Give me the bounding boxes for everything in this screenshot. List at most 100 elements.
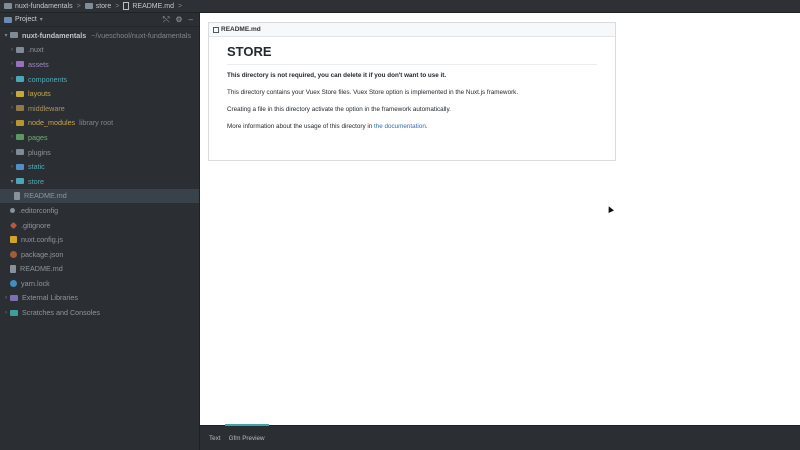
folder-icon (16, 149, 24, 156)
chevron-right-icon: > (115, 2, 120, 10)
tree-label: assets (28, 59, 49, 69)
documentation-link[interactable]: the documentation (374, 123, 426, 130)
chevron-down-icon[interactable]: ▾ (8, 178, 16, 185)
tree-item-layouts[interactable]: › layouts (0, 86, 199, 101)
tree-label: Scratches and Consoles (22, 308, 100, 318)
folder-icon (16, 178, 24, 185)
settings-icon[interactable]: ⚙ (175, 15, 182, 25)
paragraph-period: . (425, 123, 428, 130)
js-file-icon (10, 236, 17, 244)
folder-icon (16, 119, 24, 126)
folder-icon (4, 3, 12, 9)
tree-item-yarn-lock[interactable]: yarn.lock (0, 276, 199, 291)
tree-label: layouts (28, 89, 51, 99)
chevron-right-icon[interactable]: › (8, 47, 16, 53)
chevron-right-icon[interactable]: › (8, 91, 16, 97)
tree-item-pages[interactable]: › pages (0, 130, 199, 145)
tree-item-plugins[interactable]: › plugins (0, 145, 199, 160)
markdown-preview-area: README.md STORE This directory is not re… (200, 13, 800, 425)
tree-item-readme[interactable]: README.md (0, 262, 199, 277)
markdown-paragraph-2: Creating a file in this directory activa… (227, 106, 451, 113)
chevron-right-icon[interactable]: › (8, 61, 16, 67)
markdown-file-icon (10, 264, 16, 273)
readme-panel-header: README.md (209, 23, 615, 37)
tree-item-components[interactable]: › components (0, 72, 199, 87)
tab-gfm-preview[interactable]: Gfm Preview (224, 423, 269, 444)
project-title: Project (15, 16, 37, 23)
chevron-right-icon[interactable]: › (8, 149, 16, 155)
tree-item-middleware[interactable]: › middleware (0, 101, 199, 116)
tree-item-nuxt-config[interactable]: nuxt.config.js (0, 232, 199, 247)
folder-icon (16, 90, 24, 97)
tree-label: store (28, 176, 44, 186)
readme-filename: README.md (221, 26, 261, 33)
chevron-right-icon: > (76, 2, 81, 10)
tree-label: nuxt-fundamentals (22, 30, 87, 40)
tree-item-root[interactable]: ▾ nuxt-fundamentals ~/vueschool/nuxt-fun… (0, 28, 199, 43)
tree-label: components (28, 74, 68, 84)
tree-item-store[interactable]: ▾ store (0, 174, 199, 189)
tree-item-store-readme[interactable]: README.md (0, 188, 199, 204)
folder-icon (16, 134, 24, 141)
tree-item-static[interactable]: › static (0, 159, 199, 174)
chevron-right-icon[interactable]: › (8, 134, 16, 140)
tree-item-package-json[interactable]: package.json (0, 247, 199, 262)
breadcrumb-label: nuxt-fundamentals (15, 2, 73, 10)
tree-label: plugins (28, 147, 51, 157)
breadcrumb-item-store[interactable]: store > (84, 2, 124, 10)
tree-item-assets[interactable]: › assets (0, 57, 199, 72)
project-header[interactable]: Project ▾ ⤲ ⚙ – (0, 13, 199, 27)
chevron-right-icon[interactable]: › (8, 76, 16, 82)
chevron-right-icon[interactable]: › (8, 120, 16, 126)
tree-item-node-modules[interactable]: › node_modules library root (0, 116, 199, 131)
breadcrumb-item-project[interactable]: nuxt-fundamentals > (4, 3, 85, 10)
tree-label: README.md (20, 264, 63, 274)
chevron-right-icon[interactable]: › (2, 295, 10, 301)
npm-file-icon (10, 250, 17, 258)
markdown-content: STORE This directory is not required, yo… (209, 37, 615, 131)
chevron-right-icon: > (177, 2, 183, 10)
tree-library-root: library root (79, 118, 114, 128)
chevron-right-icon[interactable]: › (8, 105, 16, 111)
tree-label: static (28, 162, 45, 172)
tree-item-editorconfig[interactable]: .editorconfig (0, 203, 199, 218)
paragraph-text: More information about the usage of this… (227, 123, 373, 130)
tree-item-nuxt[interactable]: › .nuxt (0, 43, 199, 58)
book-icon (213, 26, 219, 33)
collapse-all-icon[interactable]: ⤲ (163, 15, 169, 25)
chevron-down-icon[interactable]: ▾ (2, 32, 10, 39)
breadcrumb-label: README.md (132, 2, 174, 10)
library-icon (10, 294, 18, 301)
folder-icon (16, 76, 24, 83)
markdown-file-icon (123, 2, 130, 10)
tree-label: README.md (24, 191, 67, 201)
tree-label: .nuxt (28, 45, 44, 55)
chevron-right-icon[interactable]: › (2, 310, 10, 316)
breadcrumb-item-readme[interactable]: README.md > (123, 2, 186, 10)
editor-mode-tabs: Text Gfm Preview (200, 423, 800, 450)
yarn-file-icon (10, 279, 17, 287)
tree-label: package.json (21, 249, 64, 259)
chevron-down-icon[interactable]: ▾ (40, 16, 43, 23)
markdown-paragraph-1: This directory contains your Vuex Store … (227, 89, 519, 96)
tree-label: yarn.lock (21, 278, 50, 288)
tab-text[interactable]: Text (209, 433, 221, 444)
project-icon (4, 16, 12, 23)
folder-icon (16, 105, 24, 112)
tree-label: pages (28, 132, 48, 142)
hide-icon[interactable]: – (189, 15, 193, 25)
chevron-right-icon[interactable]: › (8, 164, 16, 170)
folder-icon (16, 163, 24, 170)
tree-label: .editorconfig (19, 205, 59, 215)
tree-item-external-libraries[interactable]: › External Libraries (0, 291, 199, 306)
config-file-icon (10, 207, 15, 213)
folder-icon (84, 3, 93, 9)
tree-label: node_modules (28, 118, 76, 128)
project-tool-window: Project ▾ ⤲ ⚙ – ▾ nuxt-fundamentals ~/vu… (0, 13, 200, 450)
folder-icon (16, 61, 24, 68)
project-tree: ▾ nuxt-fundamentals ~/vueschool/nuxt-fun… (0, 27, 199, 320)
tree-item-scratches[interactable]: › Scratches and Consoles (0, 305, 199, 320)
markdown-file-icon (14, 191, 20, 200)
tree-item-gitignore[interactable]: .gitignore (0, 218, 199, 233)
tree-label: External Libraries (22, 293, 78, 303)
